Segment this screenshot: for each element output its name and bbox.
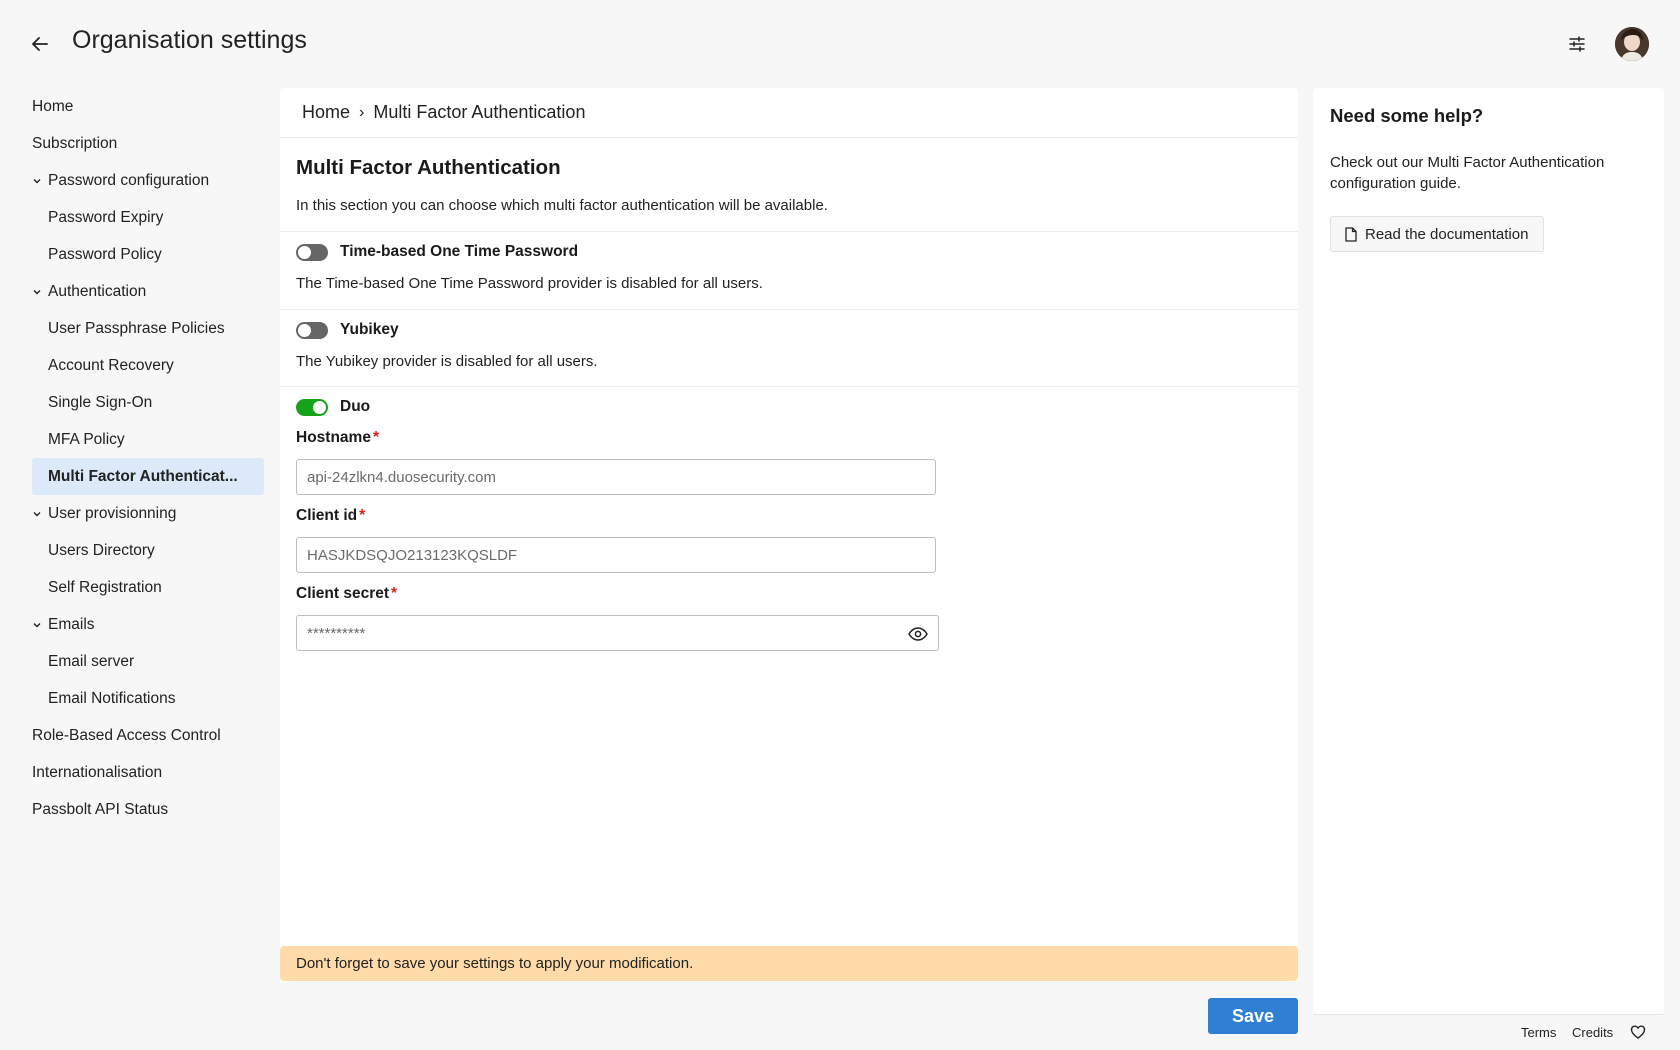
client-id-input[interactable]: HASJKDSQJO213123KQSLDF bbox=[296, 537, 936, 573]
client-id-label: Client id * bbox=[296, 507, 366, 524]
required-asterisk: * bbox=[391, 585, 398, 602]
sidebar-item-home[interactable]: Home bbox=[32, 88, 264, 125]
help-title: Need some help? bbox=[1330, 105, 1484, 126]
save-reminder-banner: Don't forget to save your settings to ap… bbox=[280, 946, 1298, 981]
client-id-value: HASJKDSQJO213123KQSLDF bbox=[307, 546, 518, 564]
sidebar-item-email-server[interactable]: Email server bbox=[32, 643, 264, 680]
sidebar-item-password-policy[interactable]: Password Policy bbox=[32, 236, 264, 273]
provider-yubikey: Yubikey The Yubikey provider is disabled… bbox=[280, 310, 1298, 386]
yubikey-name: Yubikey bbox=[340, 321, 399, 338]
totp-name: Time-based One Time Password bbox=[340, 243, 579, 260]
provider-duo: Duo Hostname * api-24zlkn4.duosecurity.co… bbox=[280, 387, 1298, 667]
client-secret-value: ********** bbox=[307, 624, 366, 642]
sidebar-item-password-expiry[interactable]: Password Expiry bbox=[32, 199, 264, 236]
footer-terms-link[interactable]: Terms bbox=[1521, 1024, 1556, 1040]
sidebar-item-subscription[interactable]: Subscription bbox=[32, 125, 264, 162]
user-avatar-icon bbox=[1615, 27, 1649, 61]
sidebar: Home Subscription Password configuration… bbox=[32, 88, 264, 828]
section-title: Multi Factor Authentication bbox=[296, 156, 561, 179]
toggle-knob bbox=[313, 400, 326, 414]
toggle-knob bbox=[298, 323, 311, 337]
sidebar-item-email-notifications[interactable]: Email Notifications bbox=[32, 680, 264, 717]
provider-totp: Time-based One Time Password The Time-ba… bbox=[280, 232, 1298, 309]
required-asterisk: * bbox=[359, 507, 366, 524]
heart-icon[interactable] bbox=[1630, 1024, 1646, 1040]
yubikey-description: The Yubikey provider is disabled for all… bbox=[296, 353, 598, 370]
sidebar-group-user-provisionning[interactable]: User provisionning bbox=[32, 495, 264, 532]
hostname-label: Hostname * bbox=[296, 429, 379, 446]
chevron-down-icon bbox=[32, 287, 48, 297]
hostname-value: api-24zlkn4.duosecurity.com bbox=[307, 468, 496, 486]
sidebar-group-authentication[interactable]: Authentication bbox=[32, 273, 264, 310]
duo-toggle[interactable] bbox=[296, 398, 328, 416]
duo-name: Duo bbox=[340, 398, 371, 415]
filter-button[interactable] bbox=[1565, 32, 1589, 56]
client-secret-label: Client secret * bbox=[296, 585, 398, 602]
page-title: Organisation settings bbox=[72, 26, 307, 54]
back-button[interactable] bbox=[28, 32, 52, 56]
read-documentation-label: Read the documentation bbox=[1365, 225, 1529, 243]
breadcrumb-separator: › bbox=[359, 103, 365, 121]
sidebar-item-multi-factor-authentication[interactable]: Multi Factor Authenticat... bbox=[32, 458, 264, 495]
sidebar-item-self-registration[interactable]: Self Registration bbox=[32, 569, 264, 606]
section-description: In this section you can choose which mul… bbox=[296, 197, 828, 214]
hostname-input[interactable]: api-24zlkn4.duosecurity.com bbox=[296, 459, 936, 495]
sidebar-item-account-recovery[interactable]: Account Recovery bbox=[32, 347, 264, 384]
required-asterisk: * bbox=[372, 429, 379, 446]
chevron-down-icon bbox=[32, 620, 48, 630]
sidebar-item-rbac[interactable]: Role-Based Access Control bbox=[32, 717, 264, 754]
totp-description: The Time-based One Time Password provide… bbox=[296, 275, 763, 292]
chevron-down-icon bbox=[32, 176, 48, 186]
footer-divider bbox=[1313, 1014, 1664, 1015]
main-panel: Home › Multi Factor Authentication Multi… bbox=[280, 88, 1298, 982]
read-documentation-button[interactable]: Read the documentation bbox=[1330, 216, 1545, 252]
breadcrumb-current[interactable]: Multi Factor Authentication bbox=[373, 102, 585, 123]
yubikey-toggle[interactable] bbox=[296, 321, 328, 339]
breadcrumb: Home › Multi Factor Authentication bbox=[280, 88, 1298, 138]
sidebar-item-user-passphrase-policies[interactable]: User Passphrase Policies bbox=[32, 310, 264, 347]
arrow-left-icon bbox=[32, 37, 48, 51]
sidebar-item-users-directory[interactable]: Users Directory bbox=[32, 532, 264, 569]
sidebar-group-password-configuration[interactable]: Password configuration bbox=[32, 162, 264, 199]
document-icon bbox=[1345, 226, 1357, 242]
sidebar-item-mfa-policy[interactable]: MFA Policy bbox=[32, 421, 264, 458]
chevron-down-icon bbox=[32, 509, 48, 519]
sidebar-item-api-status[interactable]: Passbolt API Status bbox=[32, 791, 264, 828]
avatar[interactable] bbox=[1615, 27, 1649, 61]
totp-toggle[interactable] bbox=[296, 243, 328, 261]
mfa-intro: Multi Factor Authentication In this sect… bbox=[280, 138, 1298, 231]
save-button[interactable]: Save bbox=[1208, 998, 1298, 1034]
eye-icon[interactable] bbox=[908, 624, 928, 644]
help-text: Check out our Multi Factor Authenticatio… bbox=[1330, 154, 1605, 192]
sidebar-item-single-sign-on[interactable]: Single Sign-On bbox=[32, 384, 264, 421]
sidebar-group-emails[interactable]: Emails bbox=[32, 606, 264, 643]
client-secret-input[interactable]: ********** bbox=[296, 615, 939, 651]
breadcrumb-home[interactable]: Home bbox=[302, 102, 350, 123]
footer-credits-link[interactable]: Credits bbox=[1572, 1024, 1613, 1040]
toggle-knob bbox=[298, 245, 311, 259]
sliders-icon bbox=[1569, 36, 1585, 52]
help-panel: Need some help? Check out our Multi Fact… bbox=[1313, 88, 1664, 1014]
sidebar-item-internationalisation[interactable]: Internationalisation bbox=[32, 754, 264, 791]
